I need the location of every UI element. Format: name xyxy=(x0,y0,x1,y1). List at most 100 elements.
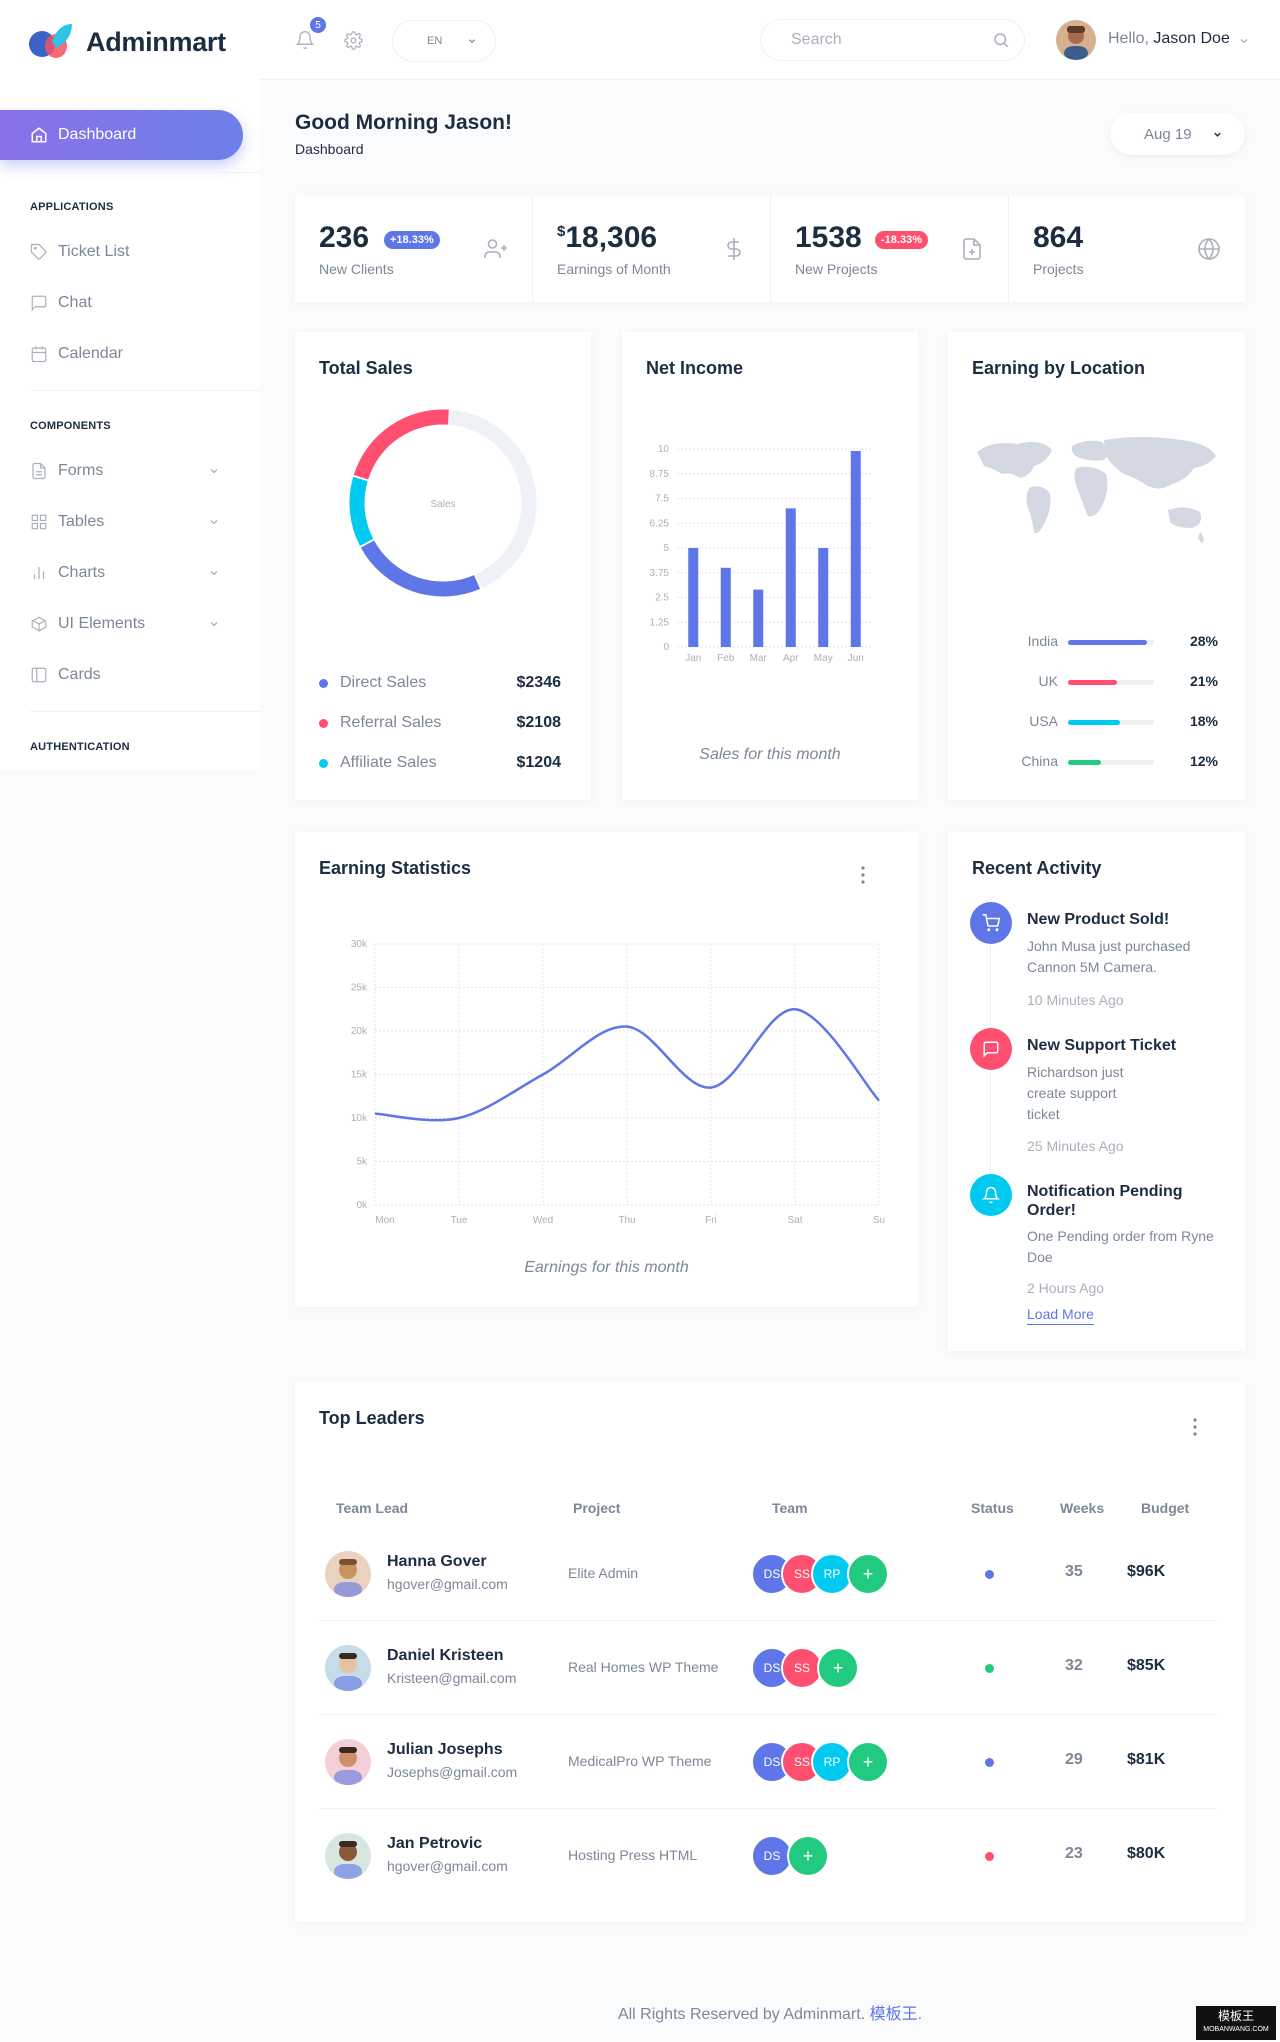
section-applications: APPLICATIONS xyxy=(30,201,114,213)
date-select[interactable]: Aug 19 xyxy=(1110,113,1245,155)
sidebar-item-dashboard[interactable]: Dashboard xyxy=(0,110,243,160)
activity-time: 25 Minutes Ago xyxy=(1027,1138,1124,1154)
brand-logo[interactable]: Adminmart xyxy=(28,18,226,66)
x-tick-label: May xyxy=(814,653,833,664)
avatar-image xyxy=(325,1833,371,1879)
load-more-link[interactable]: Load More xyxy=(1027,1306,1094,1325)
sidebar-item-charts[interactable]: Charts xyxy=(30,561,230,585)
location-row-china: China 12% xyxy=(968,753,1218,773)
user-avatar[interactable] xyxy=(1056,20,1096,60)
stat-badge: -18.33% xyxy=(875,231,928,249)
legend-dot xyxy=(319,718,328,728)
chart-caption: Earnings for this month xyxy=(524,1259,689,1276)
stat-value: 236 xyxy=(319,221,370,254)
tag-icon xyxy=(30,243,47,260)
y-tick-label: 2.5 xyxy=(655,593,669,604)
leader-email: hgover@gmail.com xyxy=(387,1576,508,1592)
location-row-uk: UK 21% xyxy=(968,673,1218,693)
country-percent: 21% xyxy=(1189,673,1218,689)
sidebar-item-label: Forms xyxy=(58,462,104,479)
stat-label: Projects xyxy=(1033,261,1084,277)
add-member-button[interactable]: + xyxy=(817,1647,859,1689)
breadcrumb[interactable]: Dashboard xyxy=(295,141,364,157)
sidebar-item-ticket-list[interactable]: Ticket List xyxy=(30,240,230,264)
y-tick-label: 5 xyxy=(663,543,669,554)
legend-direct-sales: Direct Sales $2346 xyxy=(319,673,561,693)
user-greeting[interactable]: Hello, Jason Doe xyxy=(1108,30,1230,48)
timeline-line xyxy=(990,944,991,1030)
leader-name: Daniel Kristeen xyxy=(387,1647,504,1664)
location-row-usa: USA 18% xyxy=(968,713,1218,733)
sidebar-item-forms[interactable]: Forms xyxy=(30,459,230,483)
column-header: Budget xyxy=(1141,1500,1190,1516)
settings-button[interactable] xyxy=(344,31,363,50)
stat-new-clients: 236 +18.33% New Clients xyxy=(295,195,532,302)
stat-earnings: $18,306 Earnings of Month xyxy=(533,195,770,302)
sidebar-item-calendar[interactable]: Calendar xyxy=(30,342,230,366)
sidebar-item-ui-elements[interactable]: UI Elements xyxy=(30,612,230,636)
progress-fill xyxy=(1068,680,1118,685)
y-tick-label: 5k xyxy=(356,1157,368,1168)
add-member-button[interactable]: + xyxy=(787,1835,829,1877)
stat-label: New Clients xyxy=(319,261,394,277)
section-components: COMPONENTS xyxy=(30,420,111,432)
sidebar-item-cards[interactable]: Cards xyxy=(30,663,230,687)
more-vertical-icon[interactable] xyxy=(1193,1418,1197,1436)
y-tick-label: 10 xyxy=(658,444,670,455)
location-progress xyxy=(1068,720,1154,725)
chevron-down-icon xyxy=(210,469,218,474)
country-percent: 28% xyxy=(1189,633,1218,649)
language-value: EN xyxy=(427,35,443,47)
x-tick-label: Sat xyxy=(787,1215,802,1226)
x-tick-label: Jan xyxy=(685,653,701,664)
activity-icon-badge xyxy=(970,1174,1012,1216)
globe-icon xyxy=(1198,237,1220,261)
section-authentication: AUTHENTICATION xyxy=(30,741,130,753)
search-input[interactable]: Search xyxy=(761,20,1024,60)
legend-dot xyxy=(319,758,328,768)
language-select[interactable]: EN xyxy=(393,21,495,61)
page-title: Good Morning Jason! xyxy=(295,111,512,134)
sidebar-item-tables[interactable]: Tables xyxy=(30,510,230,534)
footer-link[interactable]: 模板王. xyxy=(870,2006,922,2023)
sidebar-item-label: Charts xyxy=(58,564,106,581)
add-member-button[interactable]: + xyxy=(847,1741,889,1783)
sidebar-item-label: Tables xyxy=(58,513,105,530)
table-row: Julian Josephs Josephs@gmail.com Medical… xyxy=(319,1715,1217,1809)
status-dot xyxy=(985,1664,994,1673)
y-tick-label: 8.75 xyxy=(650,469,670,480)
y-tick-label: 0k xyxy=(356,1200,368,1211)
sidebar-item-chat[interactable]: Chat xyxy=(30,291,230,315)
country-name: China xyxy=(1021,753,1058,769)
brand-name: Adminmart xyxy=(86,26,226,57)
x-tick-label: Mar xyxy=(750,653,768,664)
progress-fill xyxy=(1068,760,1101,765)
dollar-icon xyxy=(727,238,741,260)
country-name: UK xyxy=(1038,673,1058,689)
leader-email: Kristeen@gmail.com xyxy=(387,1670,517,1686)
activity-title: New Product Sold! xyxy=(1027,911,1170,928)
weeks-value: 35 xyxy=(1065,1563,1083,1580)
divider xyxy=(30,711,260,712)
chevron-down-icon xyxy=(210,571,218,576)
notifications-button[interactable] xyxy=(295,30,315,50)
leader-name: Julian Josephs xyxy=(387,1741,503,1758)
recent-activity-card: Recent Activity New Product Sold! John M… xyxy=(948,832,1245,1351)
legend-value: $2108 xyxy=(516,714,562,731)
chevron-down-icon[interactable] xyxy=(1238,35,1250,47)
add-member-button[interactable]: + xyxy=(847,1553,889,1595)
stat-new-projects: 1538 -18.33% New Projects xyxy=(771,195,1008,302)
avatar xyxy=(325,1833,371,1879)
butterfly-logo-icon xyxy=(29,24,72,58)
home-icon xyxy=(31,127,47,143)
sidebar-item-label: UI Elements xyxy=(58,615,146,632)
sales-donut-chart: Sales xyxy=(349,409,537,597)
bell-icon xyxy=(982,1186,1000,1204)
legend-value: $2346 xyxy=(516,674,562,691)
activity-title: New Support Ticket xyxy=(1027,1037,1177,1054)
earning-statistics-card: Earning Statistics 0k 5k 10k 15k 20k 25k 30k Mo… xyxy=(295,832,918,1307)
more-vertical-icon[interactable] xyxy=(861,866,865,884)
y-tick-label: 1.25 xyxy=(650,617,670,628)
grid-icon xyxy=(31,514,47,530)
calendar-icon xyxy=(31,346,47,363)
